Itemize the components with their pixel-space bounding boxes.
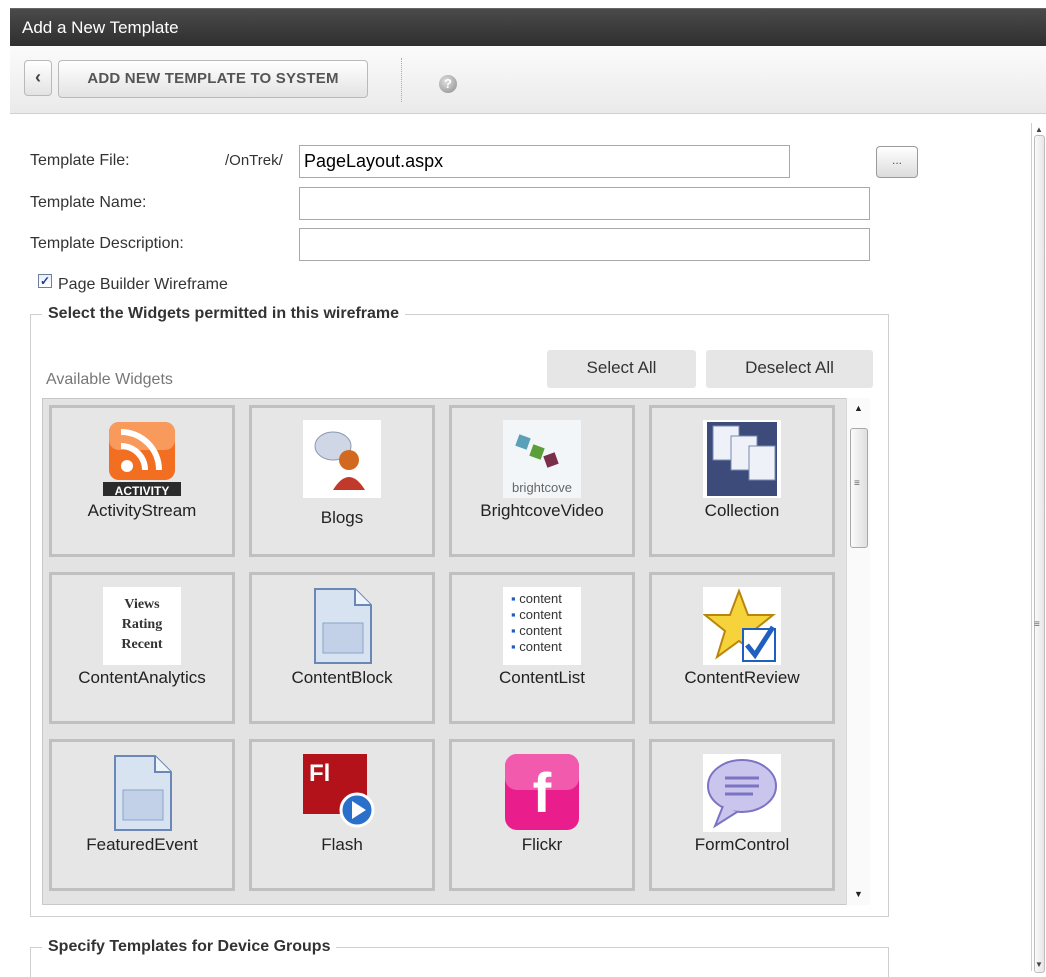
featured-event-icon	[103, 754, 181, 832]
widgets-scroll-up-icon[interactable]: ▲	[854, 403, 863, 413]
template-file-prefix: /OnTrek/	[225, 152, 283, 169]
widget-name: ContentBlock	[291, 668, 393, 687]
widget-name: ActivityStream	[87, 501, 197, 520]
toolbar-separator	[401, 58, 402, 102]
wireframe-label: Page Builder Wireframe	[58, 276, 228, 293]
page-scrollbar-thumb[interactable]	[1034, 135, 1045, 973]
widget-tile-activitystream[interactable]: ACTIVITY ActivityStream	[49, 405, 235, 557]
add-template-button[interactable]: ADD NEW TEMPLATE TO SYSTEM	[58, 60, 368, 98]
content-list-line: ▪ content	[511, 607, 562, 622]
template-name-label: Template Name:	[30, 194, 147, 211]
analytics-line-views: Views	[124, 597, 160, 612]
widget-name: Collection	[704, 501, 780, 520]
available-widgets-label: Available Widgets	[46, 371, 173, 388]
content-list-line: ▪ content	[511, 591, 562, 606]
speech-bubble-icon	[703, 754, 781, 832]
back-button[interactable]: ‹	[24, 60, 52, 96]
widget-name: BrightcoveVideo	[480, 501, 604, 520]
content-list-icon: ▪ content ▪ content ▪ content ▪ content	[503, 587, 581, 665]
content-list-line-text: content	[519, 591, 562, 606]
analytics-line-recent: Recent	[121, 637, 163, 652]
widget-tile-contentreview[interactable]: ContentReview	[649, 572, 835, 724]
widget-tile-collection[interactable]: Collection	[649, 405, 835, 557]
widget-tile-formcontrol[interactable]: FormControl	[649, 739, 835, 891]
widget-name: ContentReview	[684, 668, 800, 687]
collection-icon	[703, 420, 781, 498]
star-check-icon	[702, 587, 781, 665]
activity-badge: ACTIVITY	[114, 484, 170, 498]
widget-tile-brightcovevideo[interactable]: brightcove BrightcoveVideo	[449, 405, 635, 557]
browse-button[interactable]: ...	[876, 146, 918, 178]
widget-tile-featuredevent[interactable]: FeaturedEvent	[49, 739, 235, 891]
deselect-all-button[interactable]: Deselect All	[706, 350, 873, 388]
template-description-label: Template Description:	[30, 235, 184, 252]
widgets-scroll-down-icon[interactable]: ▼	[854, 889, 863, 899]
window-title-bar: Add a New Template	[10, 8, 1046, 46]
content-block-icon	[303, 587, 381, 665]
content-analytics-icon: Views Rating Recent	[103, 587, 181, 665]
content-list-line-text: content	[519, 607, 562, 622]
widget-tile-blogs[interactable]: Blogs	[249, 405, 435, 557]
template-file-input[interactable]	[299, 145, 790, 178]
flickr-icon: f	[503, 754, 581, 832]
widget-name: Flash	[321, 835, 363, 854]
device-groups-legend: Specify Templates for Device Groups	[42, 938, 337, 956]
template-file-label: Template File:	[30, 152, 130, 169]
flash-badge: Fl	[309, 760, 331, 787]
window-title: Add a New Template	[22, 18, 179, 37]
widget-tile-flickr[interactable]: f Flickr	[449, 739, 635, 891]
widget-name: ContentAnalytics	[78, 668, 206, 687]
widgets-legend: Select the Widgets permitted in this wir…	[42, 305, 406, 323]
back-arrow-icon: ‹	[35, 67, 41, 87]
flickr-badge: f	[532, 761, 552, 824]
brightcove-icon: brightcove	[503, 420, 581, 498]
widget-name: FeaturedEvent	[86, 835, 198, 854]
checkmark-icon: ✓	[39, 274, 51, 288]
template-name-input[interactable]	[299, 187, 870, 220]
widget-tile-contentblock[interactable]: ContentBlock	[249, 572, 435, 724]
widgets-scrollbar[interactable]: ▲ ≡ ▼	[846, 398, 870, 905]
content-list-line: ▪ content	[511, 639, 562, 654]
scroll-grip-icon: ≡	[1034, 619, 1040, 630]
widgets-scroll-grip-icon: ≡	[854, 478, 860, 489]
widget-tile-flash[interactable]: Fl Flash	[249, 739, 435, 891]
widget-name: Flickr	[521, 835, 563, 854]
help-icon[interactable]: ?	[439, 75, 457, 93]
scroll-up-icon[interactable]: ▲	[1035, 125, 1043, 134]
widgets-grid: ACTIVITY ActivityStream Blogs brightcove…	[42, 398, 870, 905]
content-list-line: ▪ content	[511, 623, 562, 638]
brightcove-caption: brightcove	[512, 480, 572, 495]
content-list-line-text: content	[519, 639, 562, 654]
widget-tile-contentlist[interactable]: ▪ content ▪ content ▪ content ▪ content …	[449, 572, 635, 724]
template-description-input[interactable]	[299, 228, 870, 261]
toolbar: ‹ ADD NEW TEMPLATE TO SYSTEM ?	[10, 46, 1046, 114]
page-scrollbar[interactable]: ▲ ≡ ▼	[1031, 123, 1046, 973]
select-all-button[interactable]: Select All	[547, 350, 696, 388]
wireframe-checkbox[interactable]: ✓	[38, 274, 52, 288]
widget-tile-contentanalytics[interactable]: Views Rating Recent ContentAnalytics	[49, 572, 235, 724]
flash-icon: Fl	[303, 754, 381, 832]
widget-name: ContentList	[499, 668, 585, 687]
scroll-down-icon[interactable]: ▼	[1035, 960, 1043, 969]
widget-name: FormControl	[694, 835, 790, 854]
widget-name: Blogs	[320, 508, 364, 527]
analytics-line-rating: Rating	[121, 617, 163, 632]
blogs-icon	[303, 420, 381, 498]
content-list-line-text: content	[519, 623, 562, 638]
